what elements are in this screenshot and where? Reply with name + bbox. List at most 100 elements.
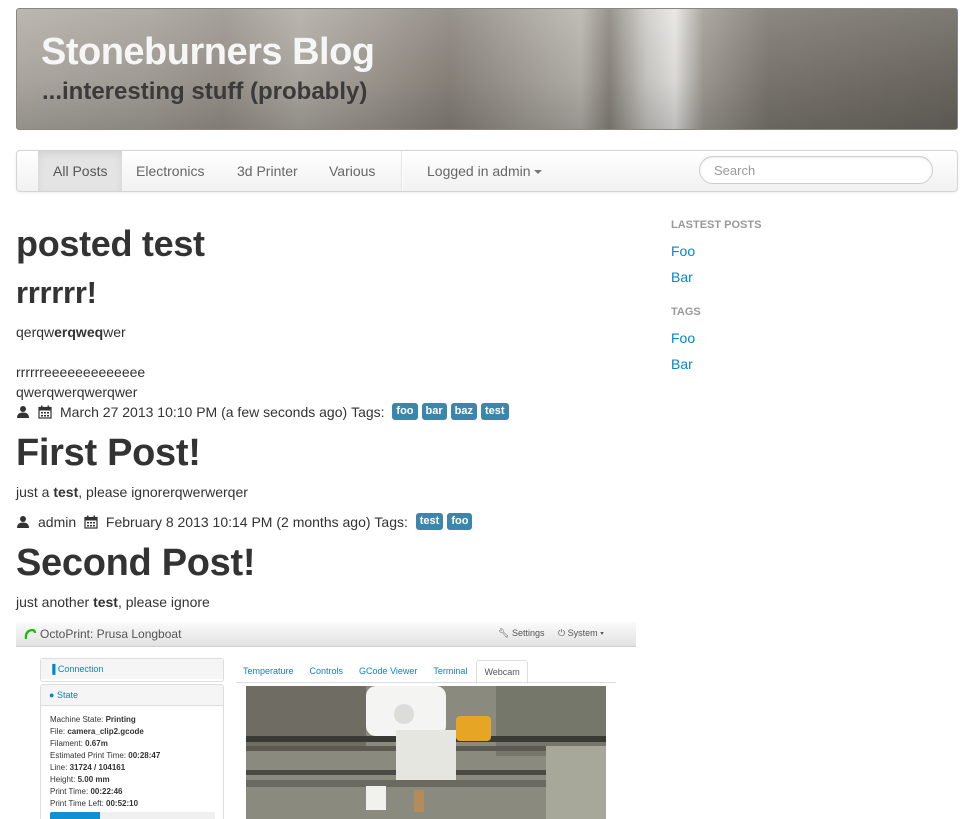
- state-line: Line: 31724 / 104161: [50, 762, 215, 774]
- post-image: OctoPrint: Prusa Longboat 🔧︎ Settings ⏻ …: [16, 622, 636, 819]
- system-menu: ⏻ System ▾: [558, 628, 604, 638]
- settings-label: Settings: [511, 628, 545, 638]
- header-banner: Stoneburners Blog ...interesting stuff (…: [16, 8, 958, 130]
- post-date: March 27 2013 10:10 PM (a few seconds ag…: [60, 403, 348, 420]
- nav-3d-printer[interactable]: 3d Printer: [222, 151, 313, 191]
- post-heading: rrrrrr!: [16, 275, 97, 310]
- post-body-bold: test: [53, 484, 79, 500]
- post-body-text: qerqw: [16, 324, 55, 340]
- state-line: Height: 5.00 mm: [50, 774, 215, 786]
- user-menu-label: Logged in admin: [427, 163, 531, 179]
- webcam-frame: [246, 686, 606, 819]
- tags-label: Tags:: [351, 403, 385, 420]
- post-date: February 8 2013 10:14 PM (2 months ago): [105, 513, 371, 530]
- state-value: 00:22:46: [90, 787, 123, 796]
- state-value: 5.00 mm: [77, 775, 110, 784]
- tag-badge[interactable]: test: [415, 513, 444, 530]
- state-key: File:: [50, 727, 68, 736]
- post-body-text: , please ignore: [117, 594, 210, 610]
- blog-title[interactable]: Stoneburners Blog: [41, 31, 375, 74]
- connection-label: Connection: [57, 664, 104, 674]
- tab-border: [236, 682, 616, 683]
- state-value: camera_clip2.gcode: [67, 727, 144, 736]
- state-key: Height:: [50, 775, 78, 784]
- state-value: 31724 / 104161: [69, 763, 126, 772]
- post-title[interactable]: Second Post!: [16, 542, 256, 585]
- sidebar-tag-bar[interactable]: Bar: [671, 356, 693, 372]
- tag-badge[interactable]: bar: [421, 403, 447, 420]
- post-body-bold: erqweq: [54, 324, 104, 340]
- nav-divider: [401, 151, 403, 191]
- user-icon: [17, 405, 29, 418]
- octoprint-tab: Controls: [309, 666, 344, 676]
- tag-badge[interactable]: test: [481, 403, 509, 420]
- print-progress-fill: [50, 812, 100, 819]
- post-body: qerqwerqweqwer: [16, 324, 126, 340]
- state-key: Machine State:: [50, 715, 106, 724]
- post-author: admin: [38, 513, 77, 530]
- state-key: Filament:: [50, 739, 86, 748]
- post-body-text: just a: [16, 484, 54, 500]
- octoprint-title: OctoPrint: Prusa Longboat: [40, 627, 182, 641]
- state-value: 0.67m: [85, 739, 108, 748]
- search-input[interactable]: [699, 156, 933, 184]
- state-line: Machine State: Printing: [50, 714, 215, 726]
- octoprint-logo-icon: [24, 628, 36, 640]
- octoprint-navbar: OctoPrint: Prusa Longboat 🔧︎ Settings ⏻ …: [16, 622, 636, 647]
- navbar: All Posts Electronics 3d Printer Various…: [16, 150, 958, 192]
- post-meta: March 27 2013 10:10 PM (a few seconds ag…: [16, 403, 509, 420]
- post-title[interactable]: First Post!: [16, 432, 201, 475]
- post-body-text: , please ignorerqwerwerqer: [78, 484, 248, 500]
- post-body-text: wer: [103, 324, 126, 340]
- post-body-line: rrrrrreeeeeeeeeeeee: [16, 364, 146, 380]
- webcam-image: [246, 686, 606, 819]
- tag-badge[interactable]: baz: [450, 403, 477, 420]
- connection-panel: ▐ Connection: [40, 658, 224, 682]
- latest-posts-heading: LASTEST POSTS: [671, 219, 762, 231]
- state-key: Print Time:: [50, 787, 91, 796]
- tag-badge[interactable]: foo: [447, 513, 473, 530]
- state-details: Machine State: Printing File: camera_clip…: [41, 706, 223, 810]
- octoprint-tab: GCode Viewer: [359, 666, 418, 676]
- state-value: 00:52:10: [106, 799, 139, 808]
- settings-link: 🔧︎ Settings: [498, 628, 545, 638]
- user-menu[interactable]: Logged in admin: [412, 151, 557, 191]
- tags-label: Tags:: [374, 513, 408, 530]
- caret-down-icon: [533, 170, 542, 175]
- post-meta: admin February 8 2013 10:14 PM (2 months…: [16, 513, 473, 530]
- octoprint-tab: Temperature: [243, 666, 294, 676]
- state-panel: ● State Machine State: Printing File: cam…: [40, 684, 224, 819]
- nav-various[interactable]: Various: [314, 151, 390, 191]
- user-icon: [17, 515, 29, 528]
- state-line: Print Time: 00:22:46: [50, 786, 215, 798]
- octoprint-tab: Terminal: [433, 666, 468, 676]
- state-heading: ● State: [41, 685, 223, 706]
- nav-electronics[interactable]: Electronics: [121, 151, 219, 191]
- post-body-line: qwerqwerqwerqwer: [16, 384, 138, 400]
- tags-heading: TAGS: [671, 306, 701, 318]
- calendar-icon: [38, 405, 52, 419]
- nav-all-posts[interactable]: All Posts: [38, 151, 123, 191]
- state-key: Line:: [50, 763, 70, 772]
- blog-subtitle: ...interesting stuff (probably): [42, 78, 368, 105]
- post-body-text: just another: [16, 594, 94, 610]
- octoprint-tab: Webcam: [476, 660, 528, 684]
- post-body: just another test, please ignore: [16, 594, 210, 610]
- state-line: Estimated Print Time: 00:28:47: [50, 750, 215, 762]
- post-body: just a test, please ignorerqwerwerqer: [16, 484, 248, 500]
- state-value: Printing: [105, 715, 136, 724]
- sidebar-latest-foo[interactable]: Foo: [671, 243, 695, 259]
- sidebar-latest-bar[interactable]: Bar: [671, 269, 693, 285]
- sidebar-tag-foo[interactable]: Foo: [671, 330, 695, 346]
- post-body-bold: test: [93, 594, 118, 610]
- state-key: Print Time Left:: [50, 799, 107, 808]
- state-line: Filament: 0.67m: [50, 738, 215, 750]
- state-line: Print Time Left: 00:52:10: [50, 798, 215, 810]
- print-progress-bar: [50, 812, 215, 819]
- state-label: State: [56, 690, 78, 700]
- state-key: Estimated Print Time:: [50, 751, 129, 760]
- connection-heading: ▐ Connection: [41, 659, 223, 679]
- post-title[interactable]: posted test: [16, 223, 205, 265]
- tag-badge[interactable]: foo: [392, 403, 418, 420]
- state-value: 00:28:47: [128, 751, 161, 760]
